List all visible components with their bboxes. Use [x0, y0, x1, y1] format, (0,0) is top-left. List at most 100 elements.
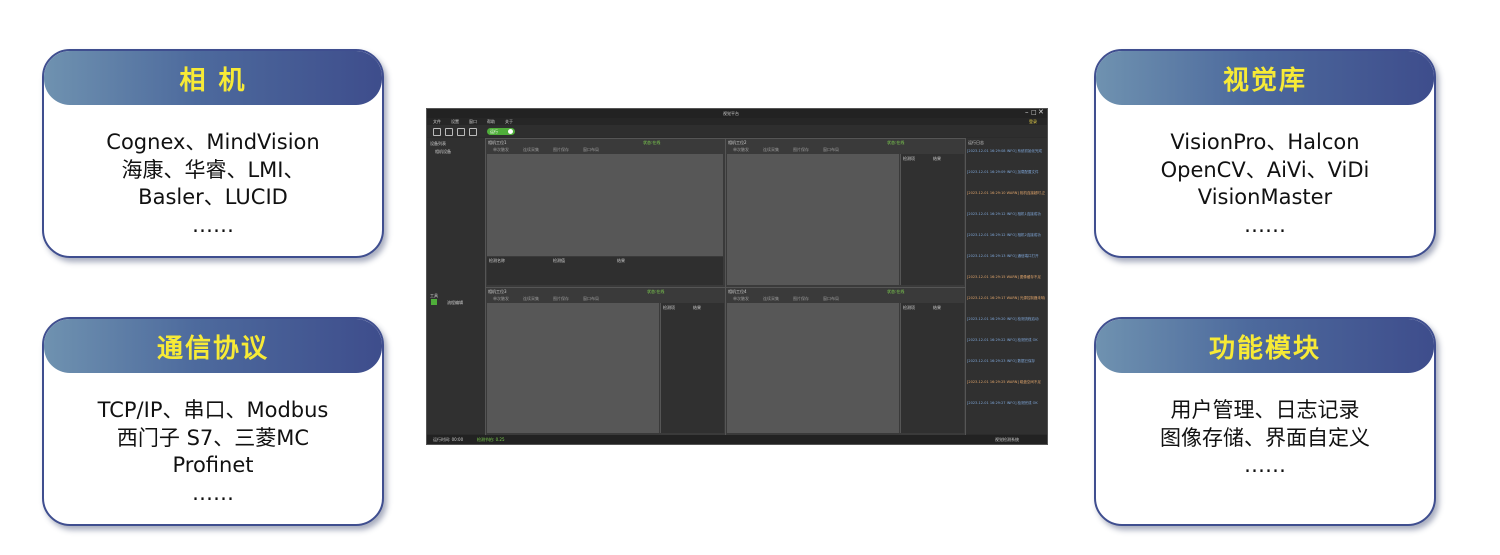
log-entry: [2023-12-01 16:29:23 INFO] 数据已保存	[967, 359, 1036, 363]
close-icon[interactable]: ✕	[1038, 109, 1044, 116]
left-sidebar	[427, 138, 486, 434]
minimize-icon[interactable]: –	[1025, 109, 1029, 116]
result-header: 结果	[933, 305, 941, 310]
camera-line: 海康、华睿、LMI、	[121, 157, 305, 182]
log-entry: [2023-12-01 16:29:25 WARN] 磁盘空间不足	[967, 380, 1041, 384]
log-entry: [2023-12-01 16:29:12 INFO] 相机1连接成功	[967, 212, 1041, 216]
log-entry: [2023-12-01 16:29:17 WARN] 光源控制器未响应	[967, 296, 1045, 300]
log-entry: [2023-12-01 16:29:20 INFO] 检测流程启动	[967, 317, 1039, 321]
communication-card-header: 通信协议	[44, 319, 382, 373]
panel-4-image-canvas[interactable]	[727, 303, 899, 433]
panel-4-tool[interactable]: 图片保存	[793, 296, 809, 302]
result-header: 检测项	[903, 305, 915, 310]
log-entry: [2023-12-01 16:29:22 INFO] 检测完成 OK	[967, 338, 1038, 342]
panel-4-title: 相机工位4	[728, 289, 747, 294]
copy-icon[interactable]	[445, 128, 453, 136]
panel-3-tool[interactable]: 单次触发	[493, 296, 509, 302]
vision-library-card-body: VisionPro、Halcon OpenCV、AiVi、ViDi Vision…	[1096, 105, 1434, 239]
table-header: 结果	[617, 258, 625, 263]
run-label: 运行	[490, 129, 498, 134]
vision-library-card-title: 视觉库	[1222, 65, 1307, 96]
panel-1-image-canvas[interactable]	[487, 154, 723, 256]
communication-card-body: TCP/IP、串口、Modbus 西门子 S7、三菱MC Profinet ……	[44, 373, 382, 507]
log-title: 运行日志	[968, 140, 984, 145]
vision-library-line: VisionPro、Halcon	[1170, 130, 1360, 154]
panel-2-tool[interactable]: 连续采集	[763, 147, 779, 153]
status-cycle: 检测节拍: 0.25	[477, 437, 505, 442]
camera-card-header: 相 机	[44, 51, 382, 105]
vision-library-line: VisionMaster	[1197, 185, 1333, 209]
panel-2-tool[interactable]: 单次触发	[733, 147, 749, 153]
panel-1-result-table	[487, 257, 723, 285]
panel-2-tool[interactable]: 窗口布局	[823, 147, 839, 153]
panel-3-tool[interactable]: 窗口布局	[583, 296, 599, 302]
panel-2-title: 相机工位2	[728, 140, 747, 145]
communication-card: 通信协议 TCP/IP、串口、Modbus 西门子 S7、三菱MC Profin…	[42, 317, 384, 526]
panel-4-tool[interactable]: 窗口布局	[823, 296, 839, 302]
save-icon[interactable]	[469, 128, 477, 136]
camera-line: Cognex、MindVision	[106, 130, 320, 154]
camera-card-title: 相 机	[179, 65, 247, 96]
communication-line: 西门子 S7、三菱MC	[116, 425, 310, 450]
communication-line: Profinet	[172, 453, 254, 477]
log-entry: [2023-12-01 16:29:08 INFO] 系统初始化完成	[967, 149, 1043, 153]
function-module-card: 功能模块 用户管理、日志记录 图像存储、界面自定义 ……	[1094, 317, 1436, 526]
toggle-knob	[508, 129, 513, 134]
panel-2-tool[interactable]: 图片保存	[793, 147, 809, 153]
panel-1-tool[interactable]: 连续采集	[523, 147, 539, 153]
result-header: 结果	[693, 305, 701, 310]
panel-1-title: 相机工位1	[488, 140, 507, 145]
software-screenshot: 视觉平台 – □ ✕ 文件 设置 窗口 帮助 关于 登录 运行 设备列表 相机设…	[426, 108, 1048, 445]
status-bar	[427, 435, 1047, 444]
camera-card-body: Cognex、MindVision 海康、华睿、LMI、 Basler、LUCI…	[44, 105, 382, 239]
panel-3-title: 相机工位3	[488, 289, 507, 294]
table-header: 检测值	[553, 258, 565, 263]
log-entry: [2023-12-01 16:29:13 INFO] 通信端口打开	[967, 254, 1039, 258]
menu-bar	[427, 118, 1047, 125]
log-entry: [2023-12-01 16:29:15 WARN] 图像缓存不足	[967, 275, 1041, 279]
panel-3-result-grid	[660, 303, 724, 433]
result-header: 结果	[933, 156, 941, 161]
panel-2-image-canvas[interactable]	[727, 154, 899, 285]
communication-line: TCP/IP、串口、Modbus	[97, 398, 329, 422]
vision-library-line: OpenCV、AiVi、ViDi	[1160, 157, 1370, 182]
function-module-card-body: 用户管理、日志记录 图像存储、界面自定义 ……	[1096, 373, 1434, 480]
log-entry: [2023-12-01 16:29:09 INFO] 加载配置文件	[967, 170, 1039, 174]
paste-icon[interactable]	[457, 128, 465, 136]
panel-3-status: 状态:在线	[647, 289, 665, 294]
toolbar	[427, 125, 1047, 137]
panel-1-status: 状态:在线	[643, 140, 661, 145]
panel-4-tool[interactable]: 单次触发	[733, 296, 749, 302]
communication-card-title: 通信协议	[156, 333, 269, 364]
panel-1-tool[interactable]: 单次触发	[493, 147, 509, 153]
function-module-line: 图像存储、界面自定义	[1160, 425, 1370, 450]
panel-4-result-grid	[900, 303, 964, 433]
sidebar-section-devices: 设备列表	[430, 141, 446, 146]
panel-3-tool[interactable]: 图片保存	[553, 296, 569, 302]
maximize-icon[interactable]: □	[1031, 109, 1037, 116]
panel-3-tool[interactable]: 连续采集	[523, 296, 539, 302]
vision-library-card-header: 视觉库	[1096, 51, 1434, 105]
app-title: 视觉平台	[723, 111, 739, 116]
communication-line: ……	[192, 480, 234, 505]
function-module-card-title: 功能模块	[1208, 333, 1321, 364]
status-runtime: 运行时间: 00:00	[433, 437, 464, 442]
panel-4-tool[interactable]: 连续采集	[763, 296, 779, 302]
result-header: 检测项	[903, 156, 915, 161]
panel-1-tool[interactable]: 图片保存	[553, 147, 569, 153]
log-entry: [2023-12-01 16:29:10 WARN] 相机连接超时,正在重试	[967, 191, 1045, 195]
vision-library-card: 视觉库 VisionPro、Halcon OpenCV、AiVi、ViDi Vi…	[1094, 49, 1436, 258]
status-company: 视觉检测系统	[995, 437, 1019, 442]
panel-2-status: 状态:在线	[887, 140, 905, 145]
panel-2-result-grid	[900, 154, 964, 285]
sidebar-item-flow[interactable]: 流程编辑	[447, 300, 463, 306]
open-folder-icon[interactable]	[433, 128, 441, 136]
panel-1-tool[interactable]: 窗口布局	[583, 147, 599, 153]
camera-line: ……	[192, 212, 234, 237]
vision-library-line: ……	[1244, 212, 1286, 237]
log-entry: [2023-12-01 16:29:27 INFO] 检测完成 OK	[967, 401, 1038, 405]
table-header: 检测名称	[489, 258, 505, 263]
panel-3-image-canvas[interactable]	[487, 303, 659, 433]
flow-icon[interactable]	[431, 299, 437, 305]
sidebar-item-camera[interactable]: 相机设备	[435, 149, 451, 155]
